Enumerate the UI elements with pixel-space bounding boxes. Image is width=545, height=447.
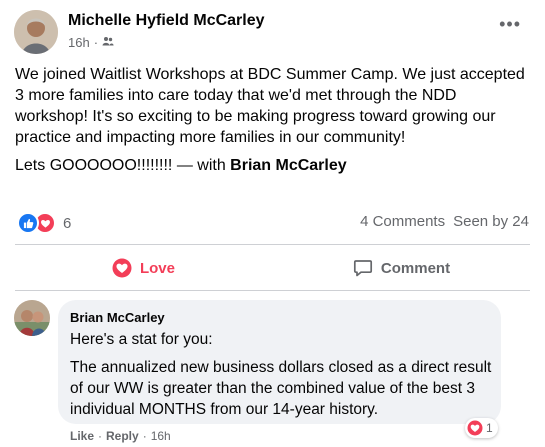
author-avatar[interactable]	[14, 10, 58, 54]
comment-body: Here's a stat for you: The annualized ne…	[70, 329, 495, 420]
post-stats: 4 Comments Seen by 24	[360, 213, 529, 230]
commenter-name[interactable]: Brian McCarley	[70, 310, 165, 325]
love-icon	[467, 420, 483, 436]
post-body: We joined Waitlist Workshops at BDC Summ…	[15, 64, 530, 176]
comment-separator: ·	[98, 429, 103, 443]
divider	[15, 290, 530, 291]
comment-line: Here's a stat for you:	[70, 331, 213, 348]
comment-reply-link[interactable]: Reply	[106, 429, 139, 443]
reactions-summary[interactable]: 6	[17, 212, 71, 234]
post-paragraph: We joined Waitlist Workshops at BDC Summ…	[15, 66, 525, 146]
post-author-name[interactable]: Michelle Hyfield McCarley	[68, 12, 265, 30]
comment-button[interactable]: Comment	[273, 252, 530, 284]
post-time[interactable]: 16h	[68, 35, 90, 50]
post-paragraph-text: Lets GOOOOOO!!!!!!!! — with	[15, 157, 231, 174]
seen-by-link[interactable]: Seen by 24	[453, 213, 529, 230]
post-paragraph-tag: Lets GOOOOOO!!!!!!!! — with Brian McCarl…	[15, 155, 530, 176]
commenter-avatar[interactable]	[14, 300, 50, 336]
more-options-button[interactable]: •••	[499, 15, 521, 33]
like-icon	[17, 212, 39, 234]
comment-line: The annualized new business dollars clos…	[70, 359, 492, 418]
meta-separator: ·	[93, 35, 99, 50]
comment-separator: ·	[142, 429, 147, 443]
post-meta: 16h ·	[68, 35, 114, 50]
comment-reaction-count: 1	[486, 421, 493, 435]
heart-icon	[112, 258, 132, 278]
comment-like-link[interactable]: Like	[70, 429, 94, 443]
comment-actions: Like · Reply · 16h	[70, 429, 171, 443]
love-button[interactable]: Love	[15, 252, 272, 284]
comment-label: Comment	[380, 259, 451, 277]
love-label: Love	[139, 259, 175, 277]
comment-icon	[353, 260, 372, 277]
reaction-count[interactable]: 6	[63, 215, 71, 232]
tagged-person-link[interactable]: Brian McCarley	[230, 157, 347, 174]
divider	[15, 244, 530, 245]
friends-icon[interactable]	[102, 35, 114, 50]
comment-time[interactable]: 16h	[151, 429, 171, 443]
comment-reaction-badge[interactable]: 1	[465, 418, 498, 438]
comments-count-link[interactable]: 4 Comments	[360, 213, 445, 230]
